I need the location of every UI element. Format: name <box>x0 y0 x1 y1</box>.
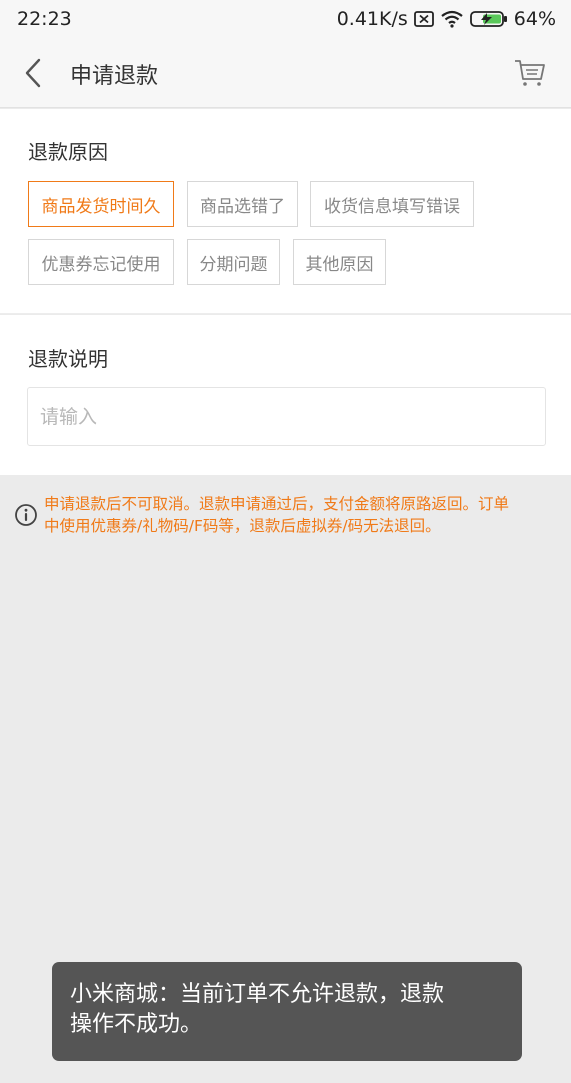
wifi-icon <box>440 10 464 28</box>
notice-line-1: 申请退款后不可取消。退款申请通过后，支付金额将原路返回。订单 <box>44 495 510 513</box>
cart-button[interactable] <box>513 56 547 90</box>
refund-description-title: 退款说明 <box>28 347 108 371</box>
toast-line-2: 操作不成功。 <box>70 1012 203 1037</box>
chevron-left-icon <box>25 58 41 88</box>
page-title: 申请退款 <box>70 64 159 89</box>
toast-line-1: 小米商城：当前订单不允许退款，退款 <box>70 982 445 1007</box>
reason-option-forgot-coupon[interactable]: 优惠券忘记使用 <box>28 239 174 285</box>
reason-option-wrong-item[interactable]: 商品选错了 <box>187 181 298 227</box>
refund-notice: 申请退款后不可取消。退款申请通过后，支付金额将原路返回。订单 中使用优惠券/礼物… <box>0 490 571 540</box>
refund-reason-section: 退款原因 商品发货时间久 商品选错了 收货信息填写错误 优惠券忘记使用 分期问题… <box>0 109 571 314</box>
reason-option-slow-delivery[interactable]: 商品发货时间久 <box>28 181 174 227</box>
network-speed: 0.41K/s <box>336 8 408 30</box>
status-right: 0.41K/s 64% <box>337 8 556 30</box>
battery-level: 64% <box>513 8 556 30</box>
refund-description-input[interactable] <box>27 387 546 446</box>
cart-icon <box>515 60 545 86</box>
battery-charging-icon <box>469 10 508 28</box>
back-button[interactable] <box>18 56 52 90</box>
status-time: 22:23 <box>17 8 72 30</box>
reason-option-installment[interactable]: 分期问题 <box>187 239 280 285</box>
refund-description-section: 退款说明 <box>0 315 571 475</box>
toast-message: 小米商城：当前订单不允许退款，退款 操作不成功。 <box>52 962 522 1061</box>
info-icon <box>15 504 37 526</box>
app-header: 申请退款 <box>0 38 571 108</box>
reason-option-other[interactable]: 其他原因 <box>293 239 386 285</box>
notice-text: 申请退款后不可取消。退款申请通过后，支付金额将原路返回。订单 中使用优惠券/礼物… <box>44 493 571 537</box>
reason-option-wrong-address[interactable]: 收货信息填写错误 <box>310 181 474 227</box>
status-bar: 22:23 0.41K/s 64% <box>0 0 571 38</box>
refund-reason-title: 退款原因 <box>28 140 108 164</box>
notice-line-2: 中使用优惠券/礼物码/F码等，退款后虚拟券/码无法退回。 <box>44 517 441 535</box>
sim-off-icon <box>413 11 434 27</box>
